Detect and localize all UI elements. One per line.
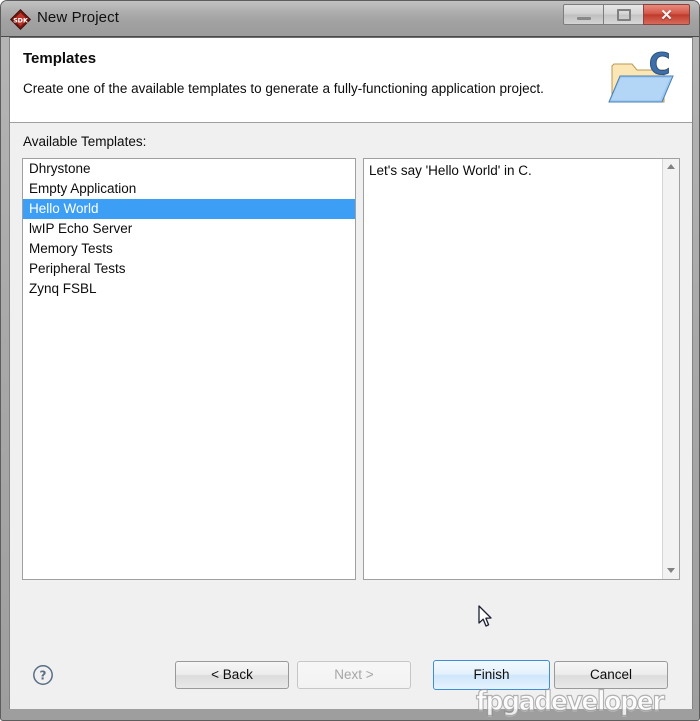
available-templates-label: Available Templates: <box>23 134 147 149</box>
cancel-button[interactable]: Cancel <box>554 661 668 689</box>
description-scrollbar[interactable] <box>662 159 679 579</box>
dialog-client-area: Templates Create one of the available te… <box>9 37 693 709</box>
dialog-button-bar: ? < Back Next > Finish Cancel <box>10 646 692 708</box>
template-description-text: Let's say 'Hello World' in C. <box>369 163 532 178</box>
scroll-down-icon[interactable] <box>663 562 679 579</box>
svg-text:?: ? <box>40 669 47 683</box>
list-item[interactable]: Peripheral Tests <box>23 259 355 279</box>
templates-list[interactable]: Dhrystone Empty Application Hello World … <box>22 158 356 580</box>
help-question-icon[interactable]: ? <box>32 664 54 686</box>
close-button[interactable]: ✕ <box>643 4 690 25</box>
page-description: Create one of the available templates to… <box>23 81 544 96</box>
minimize-button[interactable] <box>563 4 604 25</box>
dialog-window: SDK New Project ✕ Templates Create one o… <box>0 0 700 721</box>
page-title: Templates <box>23 50 97 67</box>
close-icon: ✕ <box>660 7 673 24</box>
finish-button[interactable]: Finish <box>433 660 550 690</box>
window-title: New Project <box>37 9 119 26</box>
wizard-body: Available Templates: Dhrystone Empty App… <box>10 124 692 709</box>
list-item[interactable]: Dhrystone <box>23 159 355 179</box>
next-button: Next > <box>297 661 411 689</box>
list-item[interactable]: Zynq FSBL <box>23 279 355 299</box>
list-item[interactable]: lwIP Echo Server <box>23 219 355 239</box>
template-description-panel: Let's say 'Hello World' in C. <box>363 158 680 580</box>
sdk-diamond-icon: SDK <box>10 9 31 30</box>
maximize-button[interactable] <box>603 4 644 25</box>
svg-text:SDK: SDK <box>13 16 29 24</box>
list-item[interactable]: Memory Tests <box>23 239 355 259</box>
title-bar[interactable]: SDK New Project ✕ <box>1 1 699 37</box>
minimize-icon <box>577 17 591 20</box>
scroll-up-icon[interactable] <box>663 159 679 176</box>
maximize-icon <box>617 9 631 21</box>
list-item[interactable]: Empty Application <box>23 179 355 199</box>
c-project-folder-icon: C <box>608 47 674 103</box>
back-button[interactable]: < Back <box>175 661 289 689</box>
list-item[interactable]: Hello World <box>23 199 355 219</box>
wizard-header: Templates Create one of the available te… <box>10 38 692 123</box>
